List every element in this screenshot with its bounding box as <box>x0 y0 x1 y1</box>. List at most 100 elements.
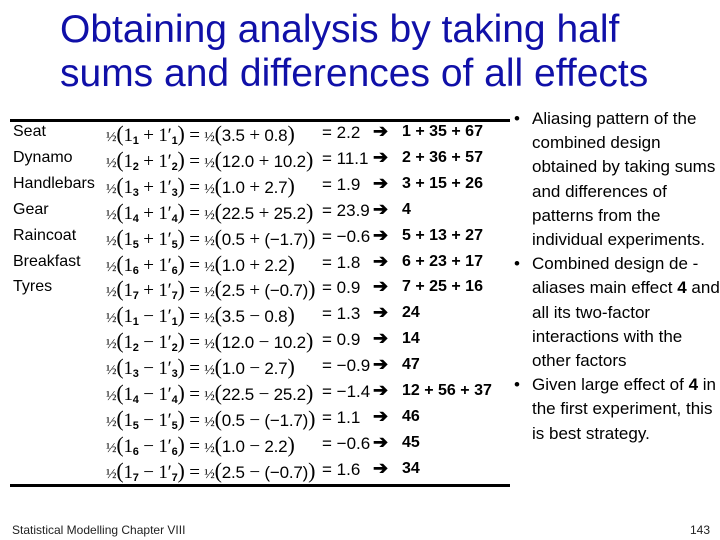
open-paren: ( <box>214 302 222 328</box>
table-row: ½(14 − 1′4) = ½(22.5 − 25.2) = −1.4 ➔ 12 + … <box>0 380 510 406</box>
equals: = <box>322 304 337 324</box>
formula-expression: ½(15 − 1′5) = ½(0.5 − (−1.7)) <box>106 406 315 432</box>
effect-result: = −0.9 <box>322 356 370 376</box>
effect-result: = 1.9 <box>322 175 360 195</box>
half-fraction: ½ <box>106 414 117 430</box>
half-fraction: ½ <box>106 466 117 482</box>
formula-expression: ½(16 + 1′6) = ½(1.0 + 2.2) <box>106 251 295 277</box>
value-a: 2.5 <box>221 462 245 482</box>
effect-result: = −0.6 <box>322 227 370 247</box>
bullet-emphasis: 4 <box>677 278 687 298</box>
bullet-emphasis: 4 <box>688 375 699 395</box>
level-term-prime: 1′ <box>158 280 172 302</box>
footer-chapter: Statistical Modelling Chapter VIII <box>12 523 186 537</box>
value-a: 22.5 <box>221 203 255 223</box>
close-paren: ) <box>177 146 185 172</box>
right-arrow-icon: ➔ <box>373 302 389 323</box>
half-fraction: ½ <box>204 285 215 301</box>
bullet-text: Given large effect of <box>532 375 689 395</box>
value-a: 3.5 <box>221 307 245 327</box>
alias-pattern: 34 <box>402 459 420 477</box>
bullet-text: Combined design de -aliases main effect <box>532 254 699 298</box>
half-fraction: ½ <box>204 311 215 327</box>
operator: − <box>244 461 265 483</box>
right-arrow-icon: ➔ <box>373 328 389 349</box>
level-term-prime: 1′ <box>158 306 172 328</box>
result-value: 1.8 <box>336 252 361 272</box>
value-b: 25.2 <box>273 203 306 223</box>
operator: + <box>138 254 159 276</box>
half-fraction: ½ <box>106 181 117 197</box>
half-fraction: ½ <box>106 130 117 145</box>
value-b: (−0.7) <box>264 281 309 301</box>
level-term: 1 <box>123 409 133 431</box>
close-paren: ) <box>287 250 295 276</box>
alias-pattern: 47 <box>402 356 420 374</box>
result-value: 2.2 <box>336 123 361 142</box>
slide-title: Obtaining analysis by taking half sums a… <box>60 8 649 95</box>
value-a: 0.5 <box>221 229 245 249</box>
level-term: 1 <box>123 332 133 354</box>
equals: = <box>184 409 205 431</box>
level-term: 1 <box>123 228 133 250</box>
close-paren: ) <box>308 224 316 250</box>
close-paren: ) <box>287 354 295 380</box>
factor-name: Gear <box>13 200 49 218</box>
formula-expression: ½(16 − 1′6) = ½(1.0 − 2.2) <box>106 432 295 458</box>
value-a: 3.5 <box>221 126 245 145</box>
effect-result: = 1.3 <box>322 304 360 324</box>
level-term-prime: 1′ <box>158 435 172 457</box>
value-a: 12.0 <box>221 333 255 353</box>
table-row: ½(15 − 1′5) = ½(0.5 − (−1.7)) = 1.1 ➔ 46 <box>0 406 510 432</box>
operator: + <box>244 125 265 146</box>
formula-expression: ½(14 + 1′4) = ½(22.5 + 25.2) <box>106 199 313 225</box>
equals: = <box>322 382 337 401</box>
right-arrow-icon: ➔ <box>373 198 389 219</box>
value-b: 2.2 <box>264 436 288 456</box>
formula-expression: ½(15 + 1′5) = ½(0.5 + (−1.7)) <box>106 225 315 251</box>
table-row: Seat ½(11 + 1′1) = ½(3.5 + 0.8) = 2.2 ➔ 1 + … <box>0 121 510 147</box>
operator: − <box>138 461 159 483</box>
operator: − <box>244 435 265 457</box>
value-b: 10.2 <box>273 333 306 353</box>
alias-pattern: 4 <box>402 200 411 218</box>
bullet-item: • Combined design de -aliases main effect… <box>505 252 720 373</box>
equals: = <box>322 200 337 220</box>
formula-expression: ½(12 − 1′2) = ½(12.0 − 10.2) <box>106 328 313 354</box>
value-b: 10.2 <box>273 151 306 171</box>
operator: + <box>138 202 159 224</box>
close-paren: ) <box>177 276 185 302</box>
alias-pattern: 45 <box>402 433 420 451</box>
close-paren: ) <box>177 328 185 354</box>
half-fraction: ½ <box>204 130 215 145</box>
factor-name: Dynamo <box>13 148 73 166</box>
close-paren: ) <box>305 328 314 354</box>
table-row: ½(13 − 1′3) = ½(1.0 − 2.7) = −0.9 ➔ 47 <box>0 354 510 380</box>
half-fraction: ½ <box>204 207 215 223</box>
level-term-prime: 1′ <box>158 332 172 354</box>
close-paren: ) <box>177 302 185 328</box>
result-value: −0.6 <box>336 433 371 453</box>
result-value: 1.9 <box>336 174 361 194</box>
close-paren: ) <box>177 431 185 457</box>
close-paren: ) <box>287 302 295 328</box>
close-paren: ) <box>287 431 295 457</box>
half-fraction: ½ <box>106 259 117 275</box>
operator: − <box>254 384 274 405</box>
level-term: 1 <box>123 176 133 198</box>
value-b: (−1.7) <box>264 410 309 430</box>
table-row: Breakfast ½(16 + 1′6) = ½(1.0 + 2.2) = 1.8… <box>0 251 510 277</box>
equals: = <box>184 461 205 483</box>
close-paren: ) <box>177 405 185 431</box>
operator: + <box>138 150 159 172</box>
equals: = <box>184 228 205 250</box>
effect-result: = 1.1 <box>322 408 360 428</box>
close-paren: ) <box>308 405 316 431</box>
value-a: 22.5 <box>221 385 255 404</box>
level-term: 1 <box>123 435 133 457</box>
alias-pattern: 3 + 15 + 26 <box>402 174 483 192</box>
value-a: 1.0 <box>221 359 245 379</box>
table-row: Tyres ½(17 + 1′7) = ½(2.5 + (−0.7)) = 0.9 ➔… <box>0 276 510 302</box>
open-paren: ( <box>214 354 222 380</box>
open-paren: ( <box>214 250 222 276</box>
